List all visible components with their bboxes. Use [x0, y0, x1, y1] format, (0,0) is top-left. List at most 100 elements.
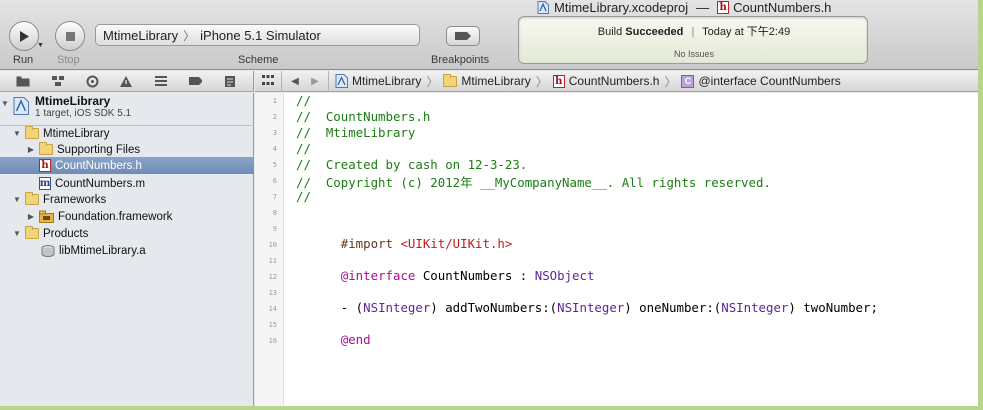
- navigator-selector-bar: [0, 71, 254, 92]
- related-files-grid-icon[interactable]: [261, 74, 275, 88]
- desktop-edge: [978, 0, 983, 410]
- code-line-4[interactable]: //: [296, 141, 311, 156]
- code-line-7[interactable]: //: [296, 189, 311, 204]
- nav-item-group-mtimelibrary[interactable]: ▼ MtimeLibrary: [0, 125, 254, 142]
- project-icon: [537, 0, 549, 14]
- back-arrow-icon[interactable]: ◀: [288, 76, 302, 87]
- end-keyword: @end: [340, 332, 371, 347]
- crumb-symbol-label: @interface CountNumbers: [698, 74, 841, 88]
- line-number-gutter[interactable]: 1 2 3 4 5 6 7 8 9 10 11 12 13 14 15 16: [255, 93, 284, 406]
- class-icon: C: [681, 74, 695, 88]
- log-navigator-icon[interactable]: [223, 74, 237, 88]
- method-part: ) twoNumber;: [788, 300, 878, 315]
- disclosure-closed-icon[interactable]: ▶: [26, 145, 36, 154]
- nav-item-label: MtimeLibrary: [43, 127, 110, 140]
- project-subtitle: 1 target, iOS SDK 5.1: [35, 108, 132, 119]
- crumb-symbol[interactable]: C @interface CountNumbers: [681, 74, 841, 88]
- title-separator: —: [696, 0, 710, 15]
- stop-label: Stop: [57, 54, 80, 66]
- type-name: NSInteger: [721, 300, 789, 315]
- line-number: 12: [268, 273, 277, 281]
- nav-item-countnumbers-m[interactable]: m CountNumbers.m: [0, 175, 254, 192]
- project-root-row[interactable]: ▼ MtimeLibrary 1 target, iOS SDK 5.1: [0, 95, 254, 123]
- breakpoints-icon: [455, 32, 471, 40]
- code-line-15[interactable]: @end: [296, 317, 371, 362]
- jump-bar: ◀ ▶ MtimeLibrary 〉 MtimeLibrary 〉 h Coun…: [255, 70, 978, 92]
- stop-icon: [65, 31, 75, 41]
- run-icon: [20, 30, 29, 42]
- code-line-1[interactable]: //: [296, 93, 311, 108]
- nav-item-foundation-framework[interactable]: ▶ Foundation.framework: [0, 208, 254, 225]
- type-name: NSInteger: [557, 300, 625, 315]
- header-file-icon: h: [717, 0, 730, 14]
- breakpoints-button[interactable]: [446, 26, 480, 46]
- nav-item-countnumbers-h[interactable]: h CountNumbers.h: [0, 157, 254, 174]
- line-number: 15: [268, 321, 277, 329]
- jump-bar-divider: [328, 70, 329, 92]
- folder-icon: [25, 226, 39, 239]
- build-status-line: Build Succeeded | Today at 下午2:49: [519, 23, 869, 39]
- crumb-project[interactable]: MtimeLibrary: [335, 74, 421, 88]
- header-file-icon: h: [39, 159, 51, 172]
- project-navigator: ▼ MtimeLibrary 1 target, iOS SDK 5.1 ▼ M…: [0, 93, 254, 406]
- nav-item-products[interactable]: ▼ Products: [0, 225, 254, 242]
- disclosure-open-icon[interactable]: ▼: [12, 229, 22, 238]
- nav-item-label: libMtimeLibrary.a: [59, 244, 146, 257]
- line-number: 14: [268, 305, 277, 313]
- debug-navigator-icon[interactable]: [154, 74, 168, 88]
- chevron-right-icon: 〉: [535, 74, 548, 89]
- code-line-13[interactable]: - (NSInteger) addTwoNumbers:(NSInteger) …: [296, 285, 878, 330]
- desktop-edge: [0, 406, 983, 410]
- disclosure-open-icon[interactable]: ▼: [0, 99, 10, 108]
- project-icon: [335, 74, 348, 88]
- disclosure-open-icon[interactable]: ▼: [12, 129, 22, 138]
- code-line-3[interactable]: // MtimeLibrary: [296, 125, 415, 140]
- scheme-popup[interactable]: MtimeLibrary 〉 iPhone 5.1 Simulator: [95, 24, 420, 46]
- line-number: 3: [272, 129, 277, 137]
- search-navigator-icon[interactable]: [85, 74, 99, 88]
- build-timestamp: Today at 下午2:49: [702, 26, 791, 38]
- nav-item-libmtimelibrary[interactable]: libMtimeLibrary.a: [0, 242, 254, 259]
- nav-item-supporting-files[interactable]: ▶ Supporting Files: [0, 141, 254, 158]
- chevron-right-icon: 〉: [664, 74, 677, 89]
- code-line-2[interactable]: // CountNumbers.h: [296, 109, 430, 124]
- line-number: 4: [272, 145, 277, 153]
- code-line-5[interactable]: // Created by cash on 12-3-23.: [296, 157, 527, 172]
- issue-navigator-icon[interactable]: [119, 74, 133, 88]
- disclosure-closed-icon[interactable]: ▶: [26, 212, 36, 221]
- line-number: 11: [268, 257, 277, 265]
- line-number: 1: [272, 97, 277, 105]
- run-button[interactable]: [9, 21, 39, 51]
- breakpoint-navigator-icon[interactable]: [188, 74, 203, 88]
- import-header: <UIKit/UIKit.h>: [400, 236, 513, 251]
- method-part: - (: [340, 300, 364, 315]
- nav-item-frameworks[interactable]: ▼ Frameworks: [0, 191, 254, 208]
- scheme-target[interactable]: MtimeLibrary: [103, 28, 178, 43]
- status-divider: |: [691, 26, 695, 38]
- library-icon: [41, 244, 55, 257]
- nav-item-label: Frameworks: [43, 193, 107, 206]
- forward-arrow-icon[interactable]: ▶: [308, 76, 322, 87]
- run-options-arrow-icon[interactable]: ▼: [37, 42, 44, 49]
- run-label: Run: [13, 54, 34, 66]
- title-file: CountNumbers.h: [733, 0, 832, 15]
- chevron-right-icon: 〉: [183, 28, 196, 43]
- line-number: 5: [272, 161, 277, 169]
- stop-button[interactable]: [55, 21, 85, 51]
- activity-viewer[interactable]: Build Succeeded | Today at 下午2:49 No Iss…: [518, 16, 868, 64]
- window-title: MtimeLibrary.xcodeproj — h CountNumbers.…: [537, 0, 832, 15]
- project-navigator-folder-icon[interactable]: [16, 74, 30, 88]
- source-editor[interactable]: 1 2 3 4 5 6 7 8 9 10 11 12 13 14 15 16 // // CountNumbe…: [255, 93, 978, 406]
- superclass-name: NSObject: [534, 268, 595, 283]
- scheme-destination[interactable]: iPhone 5.1 Simulator: [200, 28, 321, 43]
- code-line-6[interactable]: // Copyright (c) 2012年 __MyCompanyName__…: [296, 173, 771, 191]
- project-name: MtimeLibrary: [35, 94, 111, 108]
- crumb-file-label: CountNumbers.h: [568, 74, 660, 88]
- crumb-group[interactable]: MtimeLibrary: [443, 73, 531, 88]
- disclosure-open-icon[interactable]: ▼: [12, 195, 22, 204]
- framework-icon: [39, 210, 54, 223]
- crumb-file[interactable]: h CountNumbers.h: [552, 74, 660, 88]
- symbol-navigator-icon[interactable]: [51, 74, 65, 88]
- breakpoints-label: Breakpoints: [431, 54, 490, 66]
- title-project: MtimeLibrary.xcodeproj: [554, 0, 689, 15]
